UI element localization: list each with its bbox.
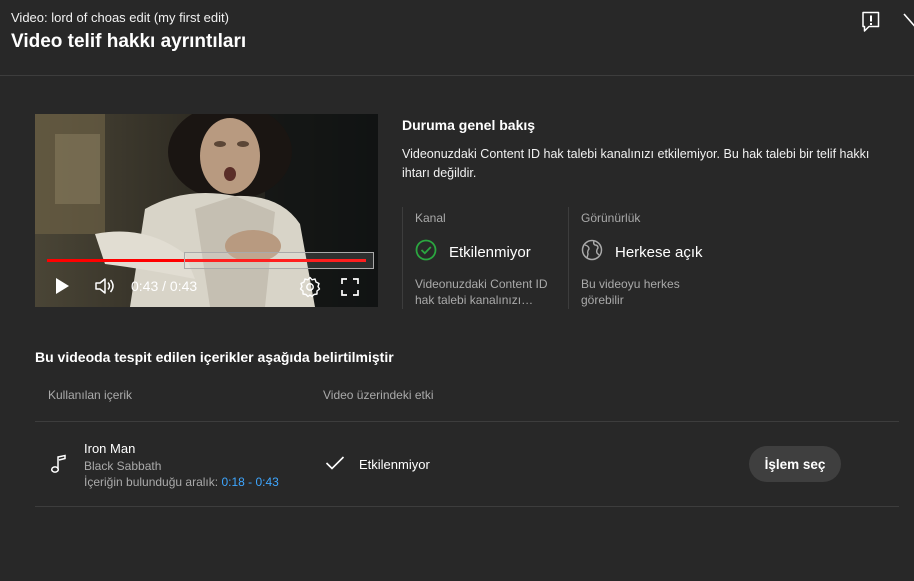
close-icon[interactable] (902, 12, 914, 32)
channel-status-card: Kanal Etkilenmiyor Videonuzdaki Content … (402, 207, 568, 309)
column-header-used-content: Kullanılan içerik (48, 388, 133, 402)
table-row: Iron Man Black Sabbath İçeriğin bulunduğ… (35, 422, 899, 506)
page-title: Video telif hakkı ayrıntıları (11, 31, 247, 52)
column-header-effect: Video üzerindeki etki (323, 388, 434, 402)
divider (35, 506, 899, 507)
visibility-status-card: Görünürlük Herkese açık Bu videoyu herke… (568, 207, 734, 309)
effect-status: Etkilenmiyor (359, 457, 430, 472)
scrub-preview (184, 252, 374, 269)
check-circle-icon (415, 239, 437, 266)
visibility-status: Herkese açık (615, 243, 703, 261)
music-note-icon (50, 454, 68, 479)
volume-icon[interactable] (94, 277, 116, 300)
overview-description: Videonuzdaki Content ID hak talebi kanal… (402, 147, 870, 180)
song-title: Iron Man (84, 441, 136, 456)
settings-icon[interactable] (299, 276, 321, 303)
dialog-header: Video: lord of choas edit (my first edit… (0, 0, 914, 76)
song-artist: Black Sabbath (84, 459, 162, 473)
section-title: Bu videoda tespit edilen içerikler aşağı… (35, 349, 394, 365)
check-icon (325, 455, 345, 476)
video-player[interactable]: 0:43 / 0:43 (35, 114, 378, 307)
select-action-button[interactable]: İşlem seç (749, 446, 841, 482)
visibility-note: Bu videoyu herkes görebilir (581, 277, 680, 307)
video-label: Video: lord of choas edit (my first edit… (11, 10, 229, 25)
overview-title: Duruma genel bakış (402, 117, 536, 133)
content-range: İçeriğin bulunduğu aralık: 0:18 - 0:43 (84, 475, 279, 489)
video-frame (35, 114, 378, 307)
range-label: İçeriğin bulunduğu aralık: (84, 475, 219, 489)
channel-note: Videonuzdaki Content ID hak talebi kanal… (415, 277, 548, 307)
playback-time: 0:43 / 0:43 (131, 278, 198, 294)
report-feedback-icon[interactable] (861, 11, 881, 33)
globe-icon (581, 239, 603, 266)
channel-heading: Kanal (415, 211, 446, 225)
channel-status: Etkilenmiyor (449, 243, 531, 261)
visibility-heading: Görünürlük (581, 211, 641, 225)
play-icon[interactable] (54, 277, 70, 300)
range-link[interactable]: 0:18 - 0:43 (221, 475, 278, 489)
fullscreen-icon[interactable] (341, 278, 359, 301)
